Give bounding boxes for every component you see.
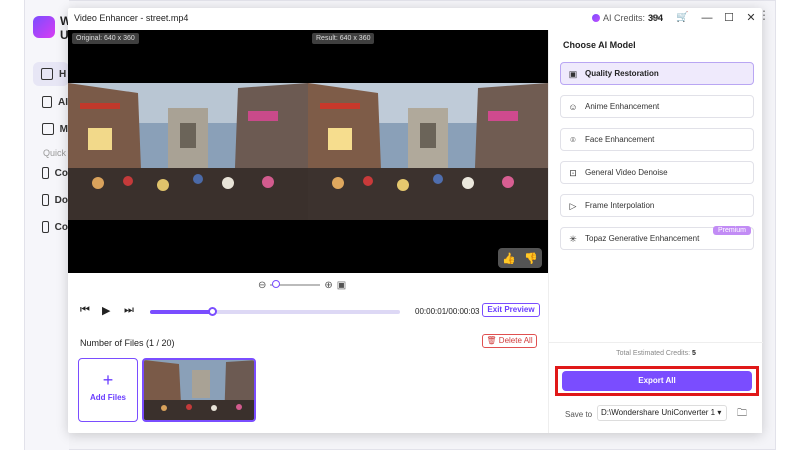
result-tag: Result: 640 x 360 (312, 33, 375, 44)
hd-icon: ▣ (568, 68, 578, 79)
topaz-icon: ✳ (569, 233, 577, 244)
media-icon (42, 123, 54, 135)
play-icon[interactable]: ▶ (102, 304, 110, 317)
convert-icon (42, 167, 49, 179)
ai-icon (42, 96, 52, 108)
credits-icon (592, 14, 600, 22)
app-logo-icon (33, 16, 55, 38)
panel-divider (549, 342, 763, 343)
files-count-label: Number of Files (1 / 20) (80, 338, 175, 348)
estimated-credits: Total Estimated Credits: 5 (616, 350, 696, 357)
zoom-slider[interactable] (270, 280, 321, 288)
playback-progress-bar[interactable] (150, 307, 400, 316)
thumbs-up-icon[interactable]: 👍 (502, 252, 516, 265)
export-all-button[interactable]: Export All (562, 371, 752, 391)
face-icon: ⌾ (570, 134, 576, 145)
maximize-button[interactable]: ☐ (722, 11, 736, 25)
result-video-frame (308, 83, 548, 220)
sidebar-item-home[interactable]: H (33, 62, 69, 86)
sidebar-item-ai[interactable]: AI (34, 90, 68, 114)
model-frame-interpolation[interactable]: ▷ Frame Interpolation (560, 194, 754, 217)
model-face-enhancement[interactable]: ⌾ Face Enhancement (560, 128, 754, 151)
model-anime-enhancement[interactable]: ☺ Anime Enhancement (560, 95, 754, 118)
original-video-frame (68, 83, 308, 220)
download-icon (42, 194, 49, 206)
sidebar-item-download[interactable]: Do (34, 188, 68, 212)
feedback-buttons: 👍 👎 (498, 248, 542, 268)
refresh-icon[interactable]: ⟳ (652, 13, 660, 24)
sidebar-item-media[interactable]: M (34, 117, 68, 141)
add-files-button[interactable]: + Add Files (78, 358, 138, 422)
zoom-in-icon[interactable]: ⊕ (324, 280, 332, 291)
close-button[interactable]: ✕ (744, 11, 758, 25)
sidebar-item-convert[interactable]: Co (34, 161, 68, 185)
exit-preview-button[interactable]: Exit Preview (482, 303, 540, 317)
delete-all-button[interactable]: 🗑 Delete All (482, 334, 537, 348)
thumbs-down-icon[interactable]: 👎 (524, 252, 538, 265)
file-thumbnail[interactable] (142, 358, 256, 422)
choose-model-title: Choose AI Model (563, 40, 636, 50)
dialog-titlebar: Video Enhancer - street.mp4 AI Credits: … (68, 8, 762, 30)
folder-icon[interactable]: 🗀 (737, 406, 747, 423)
playback-controls: ⏮ ▶ ⏭ 00:00:01/00:00:03 Exit Preview (78, 303, 548, 320)
sidebar-item-screen[interactable]: Co (34, 215, 68, 239)
dialog-title: Video Enhancer - street.mp4 (74, 13, 189, 23)
playback-time: 00:00:01/00:00:03 (415, 307, 480, 316)
zoom-out-icon[interactable]: ⊖ (258, 280, 266, 291)
zoom-slider-knob[interactable] (272, 280, 281, 288)
progress-knob[interactable] (207, 307, 217, 316)
frame-icon: ▷ (569, 200, 577, 211)
video-enhancer-dialog: Video Enhancer - street.mp4 AI Credits: … (68, 8, 763, 433)
anime-icon: ☺ (568, 101, 578, 112)
save-to-label: Save to (565, 410, 593, 419)
minimize-button[interactable]: — (700, 11, 714, 25)
next-frame-icon[interactable]: ⏭ (124, 304, 134, 317)
plus-icon: + (102, 370, 114, 390)
model-topaz-generative-enhancement[interactable]: ✳ Topaz Generative Enhancement Premium (560, 226, 754, 250)
original-tag: Original: 640 x 360 (72, 33, 139, 44)
screen-icon (42, 221, 49, 233)
denoise-icon: ⊡ (569, 167, 577, 178)
cart-icon[interactable]: 🛒 (676, 12, 688, 23)
premium-badge: Premium (712, 226, 751, 235)
model-general-video-denoise[interactable]: ⊡ General Video Denoise (560, 161, 754, 184)
save-path-select[interactable]: D:\Wondershare UniConverter 1 ▾ (597, 405, 727, 421)
home-icon (41, 68, 53, 80)
video-preview: Original: 640 x 360 Result: 640 x 360 👍 … (68, 30, 548, 273)
progress-fill (150, 310, 213, 314)
zoom-controls: ⊖ ⊕ ▣ (258, 279, 346, 291)
compare-view-icon[interactable]: ▣ (337, 280, 346, 291)
previous-frame-icon[interactable]: ⏮ (80, 304, 90, 317)
ai-model-panel: Choose AI Model ▣ Quality Restoration ☺ … (548, 30, 763, 433)
model-quality-restoration[interactable]: ▣ Quality Restoration (560, 62, 754, 85)
